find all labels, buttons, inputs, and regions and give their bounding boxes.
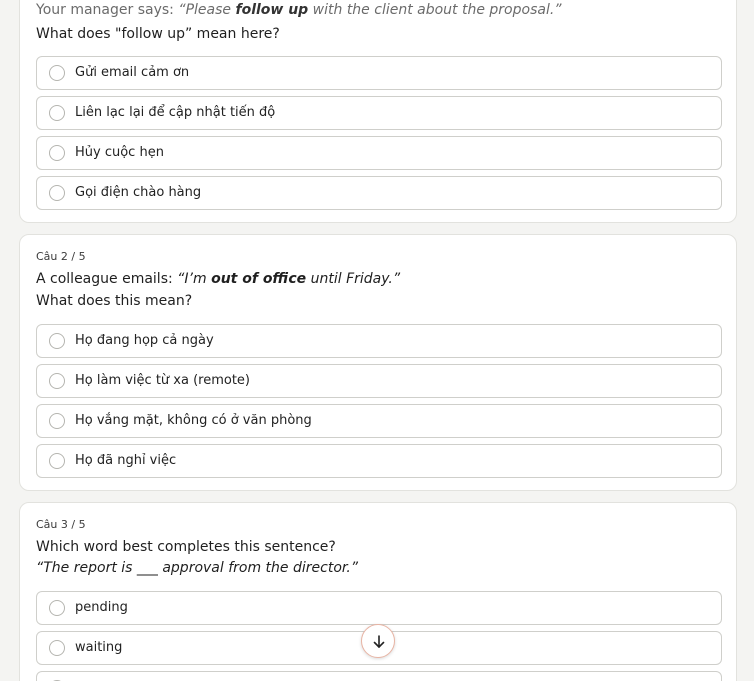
question-1-option-2[interactable]: Liên lạc lại để cập nhật tiến độ: [36, 96, 722, 130]
question-card-2: Câu 2 / 5 A colleague emails: “I’m out o…: [19, 234, 737, 491]
question-2-number: Câu 2 / 5: [36, 250, 86, 263]
radio-icon[interactable]: [49, 640, 65, 656]
option-label: Họ đã nghỉ việc: [75, 453, 177, 468]
option-label: Họ đang họp cả ngày: [75, 333, 214, 348]
radio-icon[interactable]: [49, 413, 65, 429]
question-1-quote-end: with the client about the proposal.”: [308, 2, 562, 18]
question-3-sentence: “The report is ___ approval from the dir…: [36, 558, 358, 579]
question-1-option-3[interactable]: Hủy cuộc hẹn: [36, 136, 722, 170]
radio-icon[interactable]: [49, 333, 65, 349]
radio-icon[interactable]: [49, 105, 65, 121]
radio-icon[interactable]: [49, 65, 65, 81]
question-2-option-3[interactable]: Họ vắng mặt, không có ở văn phòng: [36, 404, 722, 438]
question-2-quote-start: “I’m: [177, 271, 212, 287]
option-label: Họ làm việc từ xa (remote): [75, 373, 250, 388]
option-label: Liên lạc lại để cập nhật tiến độ: [75, 105, 276, 120]
quiz-page: Your manager says: “Please follow up wit…: [0, 0, 754, 681]
option-label: Gửi email cảm ơn: [75, 65, 190, 80]
question-1-keyword: follow up: [235, 2, 309, 18]
option-label: pending: [75, 600, 128, 615]
option-label: waiting: [75, 640, 123, 655]
option-label: Gọi điện chào hàng: [75, 185, 202, 200]
radio-icon[interactable]: [49, 145, 65, 161]
question-3-sentence-text: “The report is ___ approval from the dir…: [36, 560, 359, 576]
question-3-option-1[interactable]: pending: [36, 591, 722, 625]
option-label: Hủy cuộc hẹn: [75, 145, 164, 160]
option-label: Họ vắng mặt, không có ở văn phòng: [75, 413, 312, 428]
radio-icon[interactable]: [49, 453, 65, 469]
question-2-quote-end: until Friday.”: [306, 271, 401, 287]
scroll-down-button[interactable]: [361, 624, 395, 658]
radio-icon[interactable]: [49, 373, 65, 389]
question-2-keyword: out of office: [211, 271, 307, 287]
radio-icon[interactable]: [49, 185, 65, 201]
question-3-text: Which word best completes this sentence?: [36, 539, 336, 555]
question-card-1: Your manager says: “Please follow up wit…: [19, 0, 737, 223]
question-1-option-4[interactable]: Gọi điện chào hàng: [36, 176, 722, 210]
question-1-quote-start: “Please: [178, 2, 236, 18]
question-2-option-2[interactable]: Họ làm việc từ xa (remote): [36, 364, 722, 398]
question-1-prompt: Your manager says: “Please follow up wit…: [36, 0, 562, 21]
question-2-prompt-prefix: A colleague emails:: [36, 271, 178, 287]
question-3-option-3[interactable]: [36, 671, 722, 681]
question-2-text: What does this mean?: [36, 293, 193, 309]
question-1-option-1[interactable]: Gửi email cảm ơn: [36, 56, 722, 90]
radio-icon[interactable]: [49, 600, 65, 616]
question-2-option-4[interactable]: Họ đã nghỉ việc: [36, 444, 722, 478]
question-3-number: Câu 3 / 5: [36, 518, 86, 531]
question-2-option-1[interactable]: Họ đang họp cả ngày: [36, 324, 722, 358]
question-1-text: What does "follow up” mean here?: [36, 26, 280, 42]
question-2-prompt: A colleague emails: “I’m out of office u…: [36, 269, 400, 290]
question-1-prompt-prefix: Your manager says:: [36, 2, 179, 18]
arrow-down-icon: [373, 635, 385, 648]
